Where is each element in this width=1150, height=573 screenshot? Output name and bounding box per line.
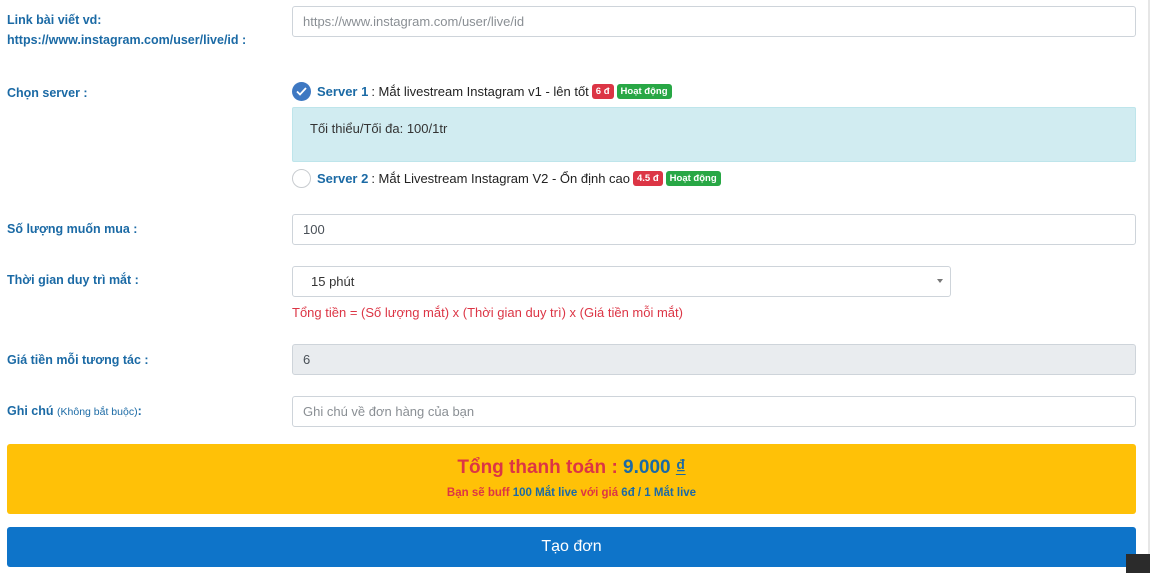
duration-label: Thời gian duy trì mắt : xyxy=(7,273,139,287)
server-1-desc: : Mắt livestream Instagram v1 - lên tốt xyxy=(371,83,589,99)
total-summary: Bạn sẽ buff 100 Mắt live với giá 6đ / 1 … xyxy=(7,487,1136,499)
duration-selected-value: 15 phút xyxy=(311,274,355,289)
server-1-status-badge: Hoạt động xyxy=(616,83,672,99)
total-line: Tổng thanh toán : 9.000 ₫ xyxy=(7,457,1136,479)
note-label-colon: : xyxy=(137,404,142,418)
total-amount: 9.000 xyxy=(623,457,671,478)
link-input[interactable]: https://www.instagram.com/user/live/id xyxy=(292,6,1136,37)
summary-prefix: Bạn sẽ buff xyxy=(446,487,510,499)
server-2-option[interactable]: Server 2 : Mắt Livestream Instagram V2 -… xyxy=(292,168,721,188)
link-label-line1: Link bài viết vd: xyxy=(7,13,102,27)
corner-widget xyxy=(1126,554,1150,573)
formula-hint: Tổng tiền = (Số lượng mắt) x (Thời gian … xyxy=(292,305,683,320)
server-info-box: Tối thiểu/Tối đa: 100/1tr xyxy=(292,107,1136,162)
note-label: Ghi chú (Không bắt buộc): xyxy=(7,401,142,422)
caret-down-icon xyxy=(937,279,943,283)
server-1-name: Server 1 xyxy=(317,83,369,99)
server-1-price-badge: 6 đ xyxy=(591,83,614,99)
total-label: Tổng thanh toán : xyxy=(457,457,618,478)
unit-price-input: 6 xyxy=(292,344,1136,375)
summary-mid: với giá xyxy=(580,487,619,499)
unit-price-label: Giá tiền mỗi tương tác : xyxy=(7,353,149,367)
quantity-label: Số lượng muốn mua : xyxy=(7,222,138,236)
server-2-desc: : Mắt Livestream Instagram V2 - Ổn định … xyxy=(371,170,630,186)
radio-checked-icon[interactable] xyxy=(292,81,311,101)
server-2-price-badge: 4.5 đ xyxy=(633,170,663,186)
server-2-status-badge: Hoạt động xyxy=(665,170,721,186)
server-1-option[interactable]: Server 1 : Mắt livestream Instagram v1 -… xyxy=(292,81,672,101)
note-input[interactable]: Ghi chú về đơn hàng của bạn xyxy=(292,396,1136,427)
duration-select[interactable]: 15 phút xyxy=(292,266,951,297)
summary-quantity: 100 Mắt live xyxy=(512,487,578,499)
total-box: Tổng thanh toán : 9.000 ₫ Bạn sẽ buff 10… xyxy=(7,444,1136,514)
note-label-text: Ghi chú xyxy=(7,404,54,418)
server-label: Chọn server : xyxy=(7,86,88,100)
summary-price: 6đ / 1 Mắt live xyxy=(621,487,697,499)
note-label-hint: (Không bắt buộc) xyxy=(57,406,138,418)
server-2-name: Server 2 xyxy=(317,170,369,186)
link-label-line2: https://www.instagram.com/user/live/id : xyxy=(7,33,247,47)
total-currency: ₫ xyxy=(675,457,686,478)
quantity-input[interactable]: 100 xyxy=(292,214,1136,245)
server-info-text: Tối thiểu/Tối đa: 100/1tr xyxy=(310,121,448,136)
create-order-button[interactable]: Tạo đơn xyxy=(7,527,1136,567)
order-form: Link bài viết vd: https://www.instagram.… xyxy=(0,0,1150,573)
link-label: Link bài viết vd: https://www.instagram.… xyxy=(7,10,246,50)
radio-unchecked-icon[interactable] xyxy=(292,168,311,188)
